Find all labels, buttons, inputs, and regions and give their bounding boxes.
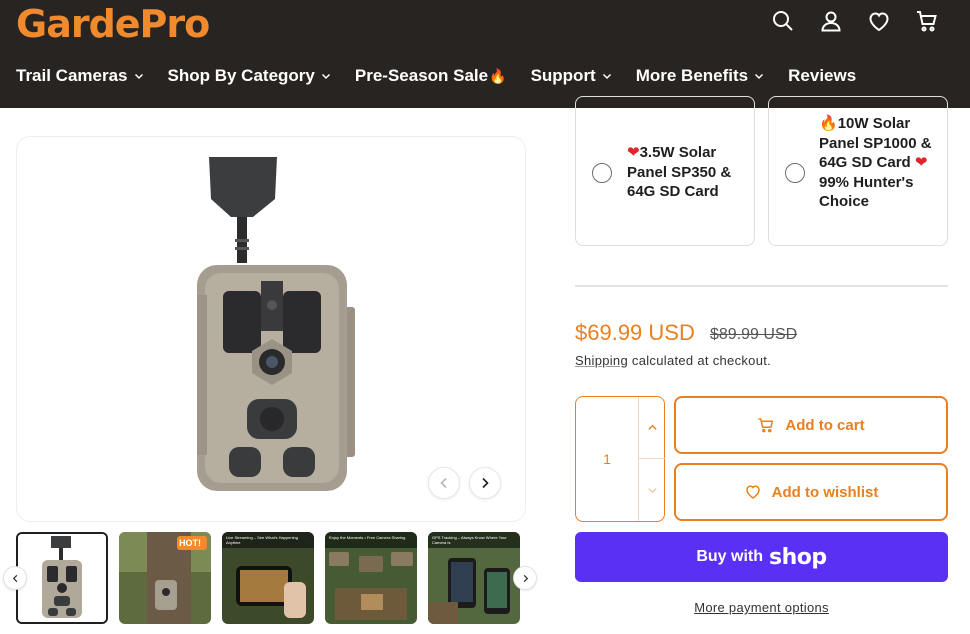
header-icons	[770, 8, 940, 34]
bundle-tagline: 99% Hunter's Choice	[819, 173, 914, 211]
bundle-label: ❤3.5W Solar Panel SP350 & 64G SD Card	[627, 143, 745, 202]
nav-shop-by-category[interactable]: Shop By Category	[168, 66, 331, 86]
search-icon[interactable]	[770, 8, 796, 34]
bundle-text: 3.5W Solar Panel SP350 & 64G SD Card	[627, 144, 732, 200]
chevron-up-icon	[647, 424, 657, 430]
chevron-down-icon	[321, 73, 330, 80]
quantity-stepper: 1	[575, 396, 665, 522]
site-logo[interactable]: GardePro	[16, 2, 210, 46]
gps-tracking-thumbnail	[428, 532, 520, 624]
thumb-caption: Live Streaming – See What's Happening An…	[226, 535, 298, 545]
bundle-radio[interactable]	[592, 163, 612, 183]
bundle-option-sp350[interactable]: ❤3.5W Solar Panel SP350 & 64G SD Card	[575, 96, 755, 246]
shipping-note: Shipping calculated at checkout.	[575, 353, 771, 368]
nav-pre-season-sale[interactable]: Pre-Season Sale 🔥	[355, 66, 507, 86]
section-divider	[575, 285, 948, 287]
thumb-gps-tracking[interactable]: GPS Tracking – Always Know Where Your Ca…	[428, 532, 520, 624]
chevron-right-icon	[482, 477, 489, 489]
chevron-down-icon	[134, 73, 143, 80]
main-navigation: Trail Cameras Shop By Category Pre-Seaso…	[16, 66, 880, 86]
add-to-cart-label: Add to cart	[785, 416, 865, 434]
quantity-controls	[638, 397, 665, 521]
chevron-down-icon	[647, 487, 657, 493]
thumb-camera[interactable]	[16, 532, 108, 624]
nav-label: Pre-Season Sale	[354, 66, 489, 85]
nav-label: Shop By Category	[167, 66, 315, 85]
chevron-right-icon	[523, 574, 528, 582]
chevron-down-icon	[602, 73, 611, 80]
shop-pay-logo: shop	[769, 544, 827, 570]
thumb-tree-mount[interactable]: HOT!	[119, 532, 211, 624]
nav-label: Trail Cameras	[16, 66, 128, 85]
thumb-caption: Enjoy the Moments • Free Camera Sharing	[329, 535, 406, 540]
nav-reviews[interactable]: Reviews	[788, 66, 856, 86]
cart-icon	[758, 418, 774, 433]
enjoy-moments-thumbnail	[325, 532, 417, 624]
buy-with-label: Buy with	[696, 548, 764, 565]
chevron-left-icon	[12, 574, 17, 582]
quantity-input[interactable]: 1	[576, 397, 638, 521]
compare-at-price: $89.99 USD	[710, 326, 798, 343]
add-to-wishlist-button[interactable]: Add to wishlist	[674, 463, 948, 521]
thumb-caption: GPS Tracking – Always Know Where Your Ca…	[432, 535, 507, 545]
gallery-prev-button[interactable]	[428, 467, 460, 499]
live-streaming-thumbnail	[222, 532, 314, 624]
fire-icon: 🔥	[489, 67, 507, 84]
nav-support[interactable]: Support	[531, 66, 612, 86]
account-icon[interactable]	[818, 8, 844, 34]
quantity-increase-button[interactable]	[639, 397, 665, 459]
nav-label: More Benefits	[635, 66, 749, 85]
heart-icon: ❤	[914, 154, 928, 171]
bundle-radio[interactable]	[785, 163, 805, 183]
nav-trail-cameras[interactable]: Trail Cameras	[16, 66, 144, 86]
thumbnail-strip: HOT! Live Streaming – See What's Happeni…	[16, 532, 520, 624]
thumb-enjoy-moments[interactable]: Enjoy the Moments • Free Camera Sharing	[325, 532, 417, 624]
thumbs-prev-button[interactable]	[3, 566, 27, 590]
heart-icon: ❤	[627, 144, 640, 161]
product-main-image[interactable]	[16, 136, 526, 522]
chevron-down-icon	[755, 73, 764, 80]
wishlist-heart-icon[interactable]	[866, 8, 892, 34]
bundle-option-sp1000[interactable]: 🔥10W Solar Panel SP1000 & 64G SD Card ❤9…	[768, 96, 948, 246]
gallery-next-button[interactable]	[469, 467, 501, 499]
hot-badge: HOT!	[179, 538, 201, 548]
more-payment-options-link[interactable]: More payment options	[575, 600, 948, 615]
thumb-live-streaming[interactable]: Live Streaming – See What's Happening An…	[222, 532, 314, 624]
product-price: $69.99 USD	[575, 320, 695, 345]
chevron-left-icon	[440, 477, 447, 489]
cart-icon[interactable]	[914, 8, 940, 34]
nav-label: Reviews	[788, 66, 857, 85]
add-to-wishlist-label: Add to wishlist	[771, 483, 879, 501]
thumbs-next-button[interactable]	[513, 566, 537, 590]
shipping-text: calculated at checkout.	[628, 353, 772, 368]
buy-with-shop-button[interactable]: Buy with shop	[575, 532, 948, 582]
heart-icon	[745, 485, 760, 499]
shipping-link[interactable]: Shipping	[575, 353, 628, 368]
nav-label: Support	[530, 66, 596, 85]
nav-more-benefits[interactable]: More Benefits	[636, 66, 764, 86]
bundle-label: 🔥10W Solar Panel SP1000 & 64G SD Card ❤9…	[819, 114, 941, 212]
fire-icon: 🔥	[819, 115, 838, 132]
trail-camera-image	[197, 157, 355, 491]
quantity-decrease-button[interactable]	[639, 459, 665, 521]
add-to-cart-button[interactable]: Add to cart	[674, 396, 948, 454]
site-header: GardePro Trail Cameras Shop By Category …	[0, 0, 970, 108]
trail-camera-thumbnail	[18, 534, 106, 622]
